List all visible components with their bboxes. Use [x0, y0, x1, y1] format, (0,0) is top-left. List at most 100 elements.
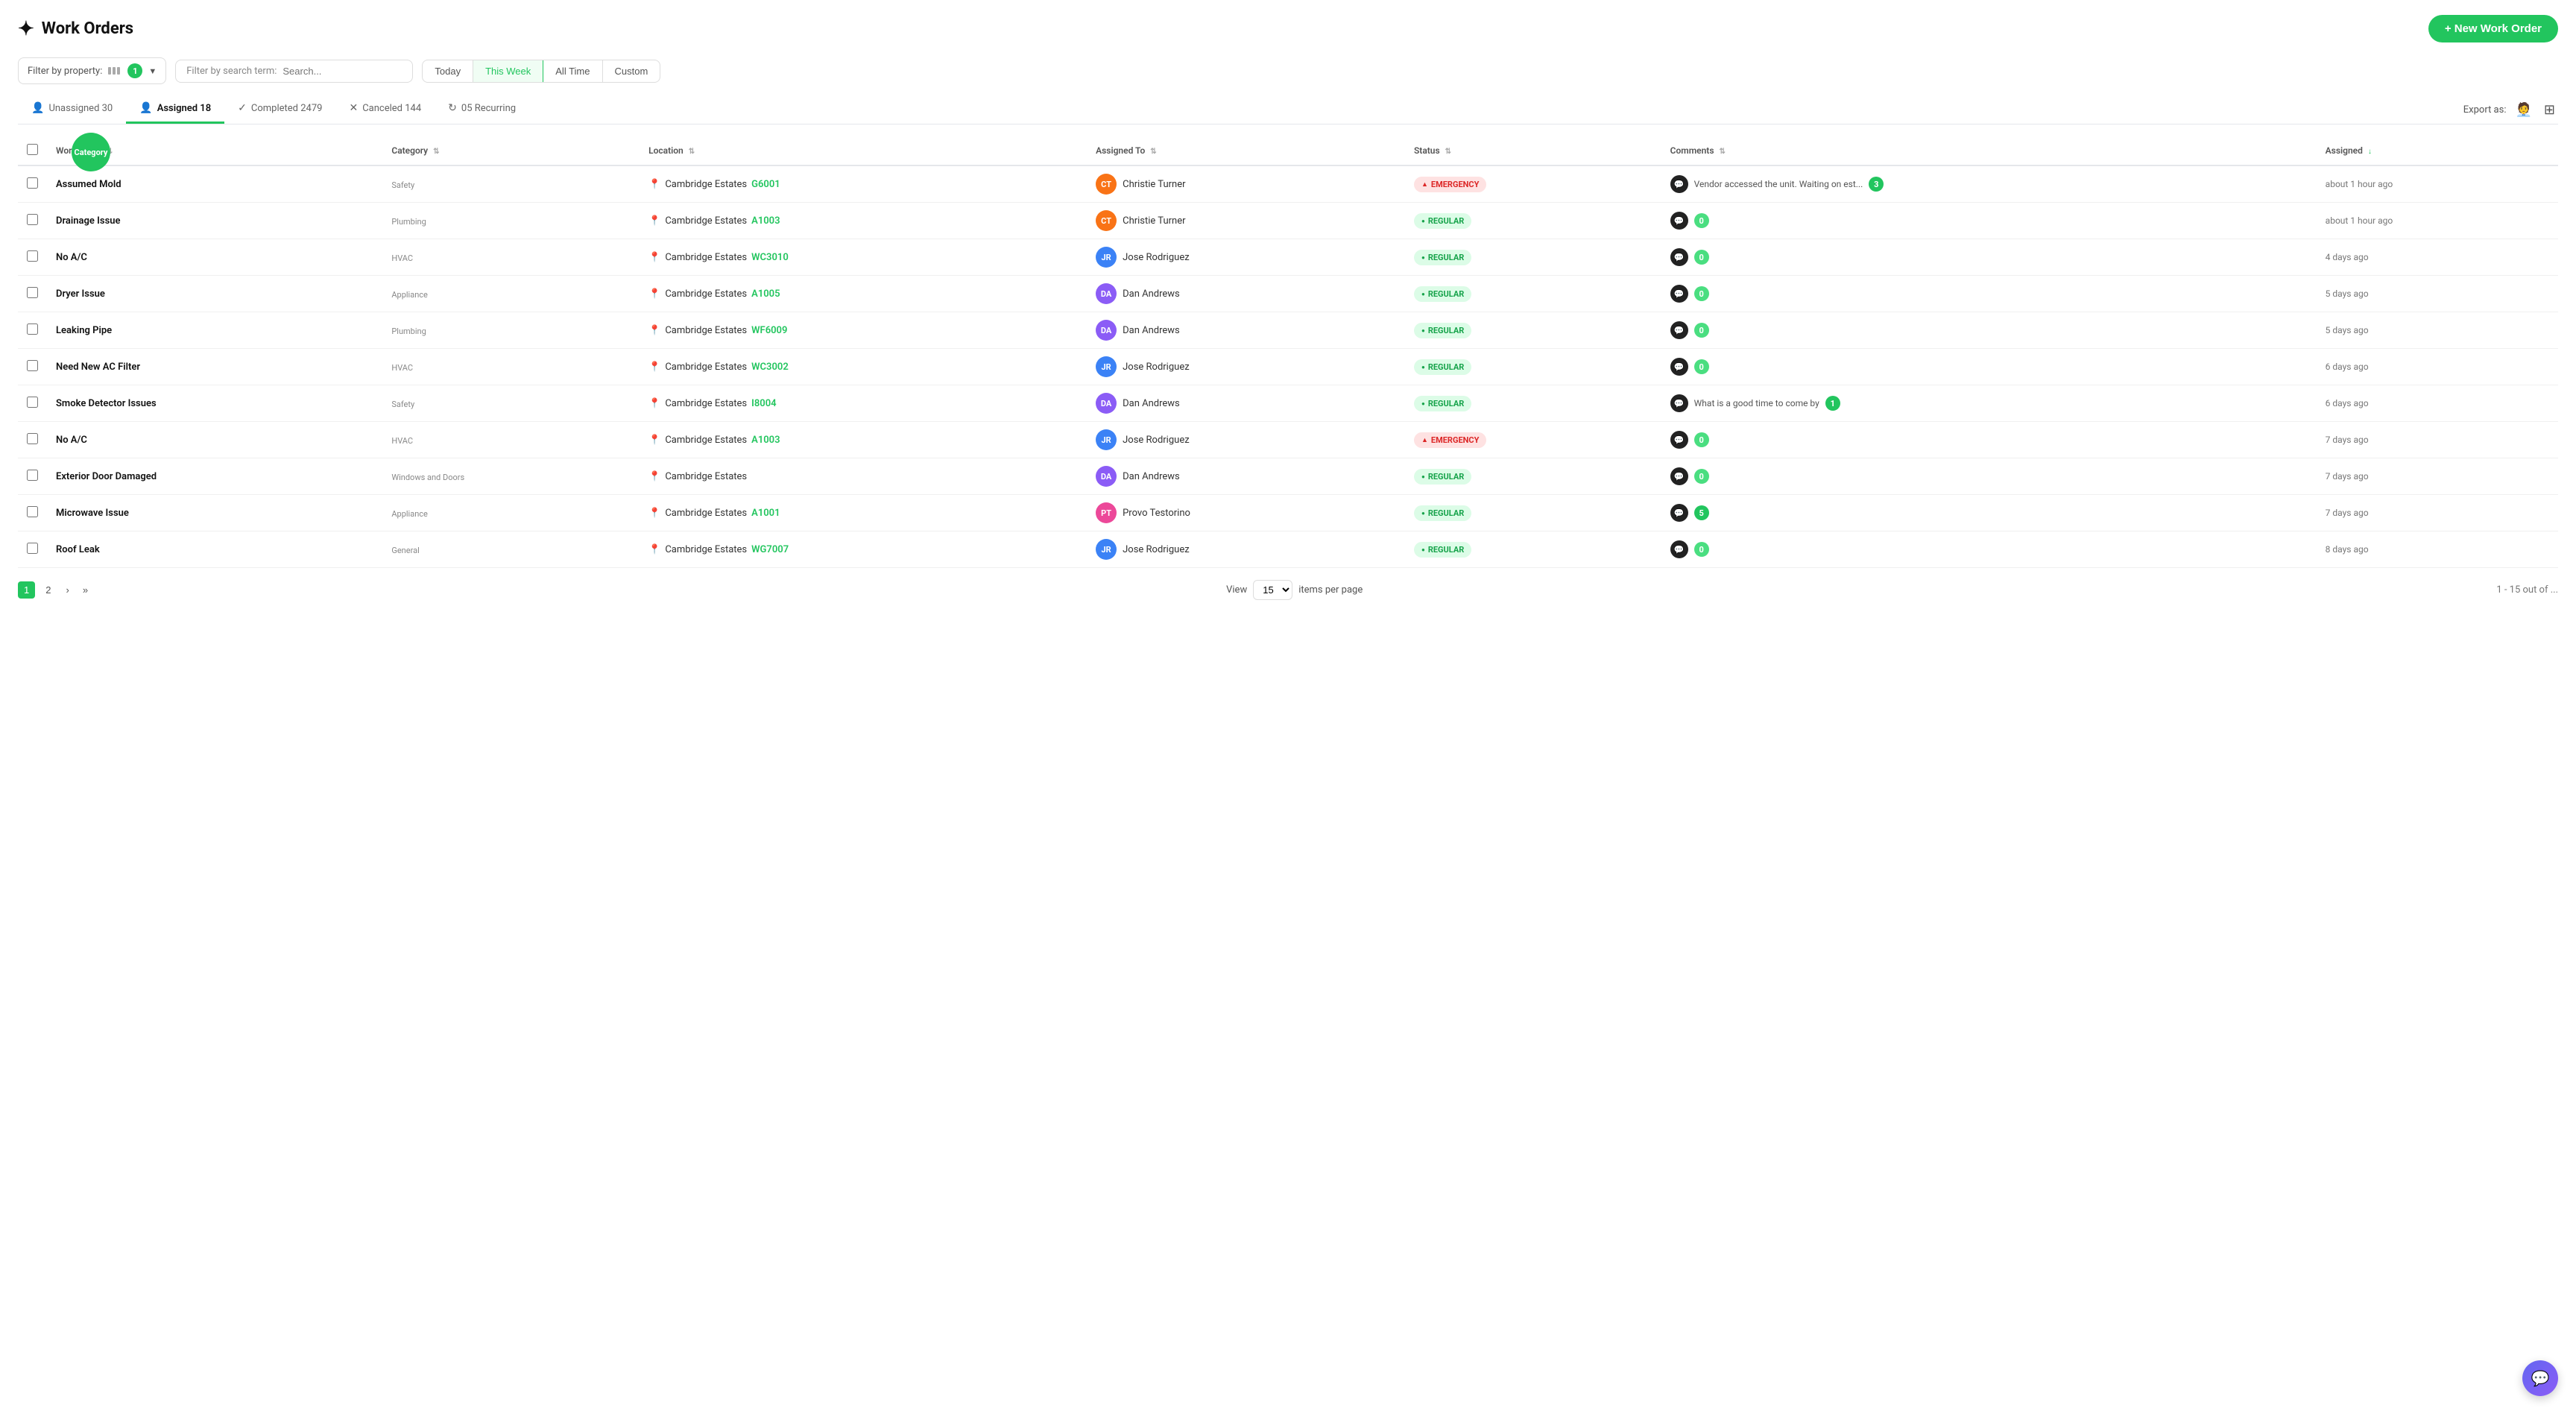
table-row[interactable]: Leaking Pipe Plumbing 📍 Cambridge Estate… — [18, 312, 2558, 349]
tab-canceled[interactable]: ✕ Canceled 144 — [335, 96, 435, 124]
tab-completed-label: Completed 2479 — [251, 103, 323, 114]
comment-bubble-icon[interactable]: 💬 — [1670, 321, 1688, 339]
assignee-name: Jose Rodriguez — [1123, 252, 1190, 263]
page-last-button[interactable]: » — [78, 581, 92, 599]
row-checkbox[interactable] — [27, 214, 38, 225]
per-page-select[interactable]: 15 25 50 — [1253, 580, 1292, 600]
table-row[interactable]: Exterior Door Damaged Windows and Doors … — [18, 458, 2558, 495]
page-title-text: Work Orders — [42, 19, 133, 38]
comment-bubble-icon[interactable]: 💬 — [1670, 248, 1688, 266]
page-btn-2[interactable]: 2 — [40, 581, 57, 599]
tab-recurring-label: 05 Recurring — [461, 103, 516, 114]
page-next-button[interactable]: › — [61, 581, 73, 599]
tab-assigned[interactable]: 👤 Assigned 18 — [126, 96, 224, 124]
col-status[interactable]: Status ⇅ — [1405, 136, 1661, 165]
col-work-order[interactable]: Work Order ⇅ — [47, 136, 382, 165]
export-area: Export as: 🧑‍💼 ⊞ — [2463, 101, 2558, 119]
new-work-order-button[interactable]: + New Work Order — [2428, 15, 2558, 42]
row-checkbox[interactable] — [27, 360, 38, 371]
row-checkbox-cell[interactable] — [18, 165, 47, 203]
row-checkbox[interactable] — [27, 506, 38, 517]
comment-bubble-icon[interactable]: 💬 — [1670, 467, 1688, 485]
row-checkbox[interactable] — [27, 433, 38, 444]
table-row[interactable]: Smoke Detector Issues Safety 📍 Cambridge… — [18, 385, 2558, 422]
comment-bubble-icon[interactable]: 💬 — [1670, 540, 1688, 558]
comment-bubble-icon[interactable]: 💬 — [1670, 504, 1688, 522]
comment-bubble-icon[interactable]: 💬 — [1670, 212, 1688, 230]
date-filter-custom[interactable]: Custom — [603, 60, 660, 82]
col-assigned[interactable]: Assigned ↓ — [2317, 136, 2558, 165]
row-checkbox[interactable] — [27, 397, 38, 408]
row-comments: 💬 0 — [1661, 349, 2317, 385]
status-badge: REGULAR — [1414, 323, 1471, 338]
row-checkbox-cell[interactable] — [18, 495, 47, 531]
row-checkbox[interactable] — [27, 470, 38, 481]
date-filter-today[interactable]: Today — [423, 60, 473, 82]
row-checkbox[interactable] — [27, 177, 38, 189]
location-unit: WG7007 — [751, 544, 789, 555]
row-work-order: Roof Leak — [47, 531, 382, 568]
filter-property-dropdown[interactable]: Filter by property: 1 ▼ — [18, 57, 166, 84]
table-row[interactable]: No A/C HVAC 📍 Cambridge EstatesWC3010 JR… — [18, 239, 2558, 276]
row-checkbox-cell[interactable] — [18, 385, 47, 422]
table-row[interactable]: No A/C HVAC 📍 Cambridge EstatesA1003 JR … — [18, 422, 2558, 458]
tab-completed[interactable]: ✓ Completed 2479 — [224, 96, 335, 124]
row-checkbox-cell[interactable] — [18, 239, 47, 276]
table-row[interactable]: Drainage Issue Plumbing 📍 Cambridge Esta… — [18, 203, 2558, 239]
comment-count-zero: 0 — [1694, 250, 1709, 265]
location-unit: WF6009 — [751, 325, 787, 336]
comment-bubble-icon[interactable]: 💬 — [1670, 358, 1688, 376]
table-row[interactable]: Assumed Mold Safety 📍 Cambridge EstatesG… — [18, 165, 2558, 203]
comment-bubble-icon[interactable]: 💬 — [1670, 394, 1688, 412]
row-checkbox[interactable] — [27, 250, 38, 262]
row-comments: 💬 0 — [1661, 276, 2317, 312]
comment-bubble-icon[interactable]: 💬 — [1670, 431, 1688, 449]
col-assigned-to[interactable]: Assigned To ⇅ — [1087, 136, 1405, 165]
table-row[interactable]: Dryer Issue Appliance 📍 Cambridge Estate… — [18, 276, 2558, 312]
tab-recurring[interactable]: ↻ 05 Recurring — [435, 96, 529, 124]
tab-unassigned[interactable]: 👤 Unassigned 30 — [18, 96, 126, 124]
avatar: DA — [1096, 393, 1117, 414]
comment-bubble-icon[interactable]: 💬 — [1670, 285, 1688, 303]
row-checkbox-cell[interactable] — [18, 276, 47, 312]
assigned-time-text: 7 days ago — [2326, 508, 2369, 518]
row-assigned-time: 6 days ago — [2317, 349, 2558, 385]
table-row[interactable]: Roof Leak General 📍 Cambridge EstatesWG7… — [18, 531, 2558, 568]
row-checkbox-cell[interactable] — [18, 531, 47, 568]
select-all-checkbox[interactable] — [27, 144, 38, 155]
comment-count-zero: 0 — [1694, 542, 1709, 557]
export-csv-button[interactable]: 🧑‍💼 — [2512, 101, 2534, 119]
row-checkbox[interactable] — [27, 287, 38, 298]
date-filter-this-week[interactable]: This Week — [473, 60, 543, 82]
col-category[interactable]: Category ⇅ — [382, 136, 640, 165]
row-checkbox-cell[interactable] — [18, 203, 47, 239]
row-checkbox-cell[interactable] — [18, 349, 47, 385]
table-row[interactable]: Microwave Issue Appliance 📍 Cambridge Es… — [18, 495, 2558, 531]
location-unit: I8004 — [751, 398, 776, 409]
table-header-row: Work Order ⇅ Category ⇅ Location ⇅ Assig… — [18, 136, 2558, 165]
row-checkbox[interactable] — [27, 543, 38, 554]
col-comments[interactable]: Comments ⇅ — [1661, 136, 2317, 165]
row-comments: 💬 5 — [1661, 495, 2317, 531]
avatar: CT — [1096, 174, 1117, 195]
page-title: ✦ Work Orders — [18, 18, 133, 40]
assignee-name: Dan Andrews — [1123, 288, 1180, 300]
row-comments: 💬 0 — [1661, 458, 2317, 495]
date-filter-all-time[interactable]: All Time — [543, 60, 602, 82]
tab-canceled-label: Canceled 144 — [362, 103, 421, 114]
row-checkbox[interactable] — [27, 323, 38, 335]
row-assigned-to: CT Christie Turner — [1087, 203, 1405, 239]
comment-bubble-icon[interactable]: 💬 — [1670, 175, 1688, 193]
comment-count: 3 — [1869, 177, 1884, 192]
assignee-name: Jose Rodriguez — [1123, 362, 1190, 373]
export-grid-button[interactable]: ⊞ — [2541, 101, 2558, 119]
chat-bubble[interactable]: 💬 — [2522, 1360, 2558, 1396]
search-input[interactable] — [282, 66, 402, 77]
page-btn-1[interactable]: 1 — [18, 581, 35, 599]
row-checkbox-cell[interactable] — [18, 312, 47, 349]
table-row[interactable]: Need New AC Filter HVAC 📍 Cambridge Esta… — [18, 349, 2558, 385]
row-checkbox-cell[interactable] — [18, 422, 47, 458]
col-location[interactable]: Location ⇅ — [640, 136, 1087, 165]
select-all-header[interactable] — [18, 136, 47, 165]
row-checkbox-cell[interactable] — [18, 458, 47, 495]
